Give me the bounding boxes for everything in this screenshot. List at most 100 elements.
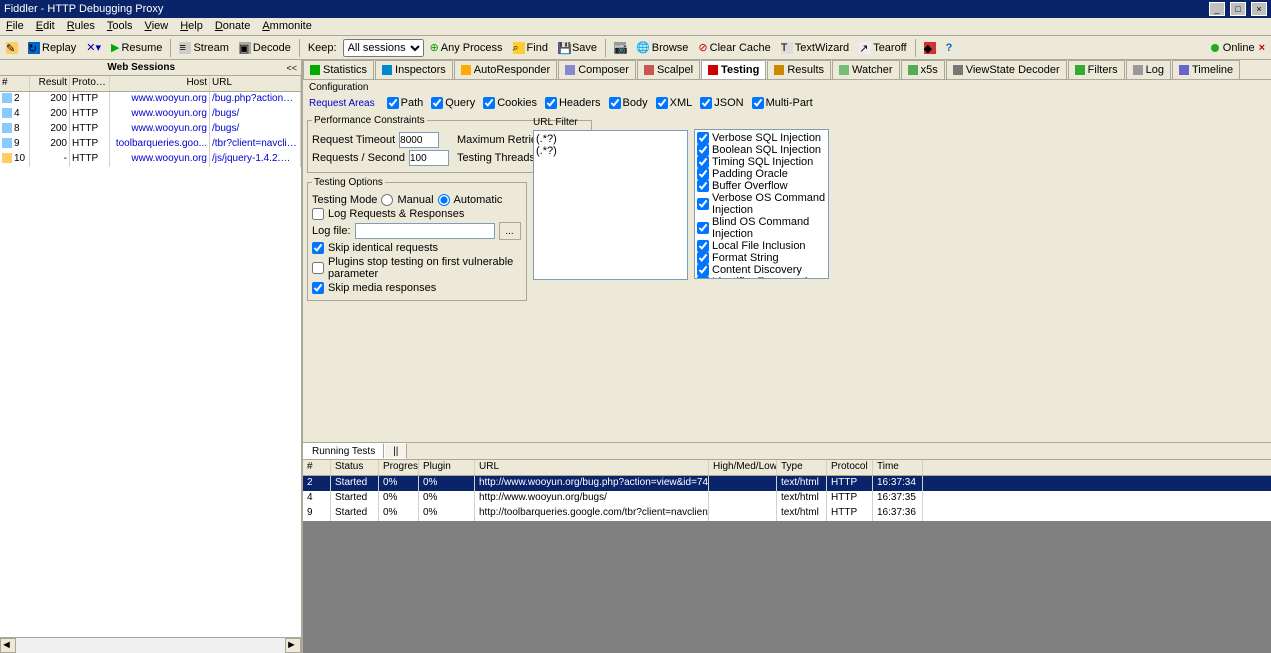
url-filter-box[interactable]: (.*?) (.*?)	[533, 130, 688, 280]
tab-testing[interactable]: Testing	[701, 60, 766, 79]
area-headers[interactable]: Headers	[545, 97, 601, 109]
online-icon	[1211, 44, 1219, 52]
menu-file[interactable]: File	[0, 18, 30, 35]
textwizard-button[interactable]: TTextWizard	[777, 40, 853, 56]
tab-autoresponder[interactable]: AutoResponder	[454, 60, 557, 79]
comment-button[interactable]: ✎	[2, 40, 22, 56]
web-sessions-title: Web Sessions	[0, 62, 282, 73]
area-cookies[interactable]: Cookies	[483, 97, 537, 109]
running-tests-tab[interactable]: Running Tests	[303, 443, 384, 459]
toolbar: ✎ ↻Replay ✕▾ ▶Resume ≡Stream ▣Decode Kee…	[0, 36, 1271, 60]
stream-button[interactable]: ≡Stream	[175, 40, 232, 56]
running-row[interactable]: 2Started0%0%http://www.wooyun.org/bug.ph…	[303, 476, 1271, 491]
tab-composer[interactable]: Composer	[558, 60, 636, 79]
window-controls: _ □ ×	[1207, 0, 1267, 18]
tab-inspectors[interactable]: Inspectors	[375, 60, 453, 79]
menu-view[interactable]: View	[139, 18, 175, 35]
toolbar-close[interactable]: ×	[1259, 42, 1265, 54]
area-body[interactable]: Body	[609, 97, 648, 109]
sessions-grid-header: # Result Protocol Host URL	[0, 76, 301, 92]
resume-button[interactable]: ▶Resume	[107, 39, 166, 56]
running-row[interactable]: 9Started0%0%http://toolbarqueries.google…	[303, 506, 1271, 521]
session-row[interactable]: 10-HTTPwww.wooyun.org/js/jquery-1.4.2.mi…	[0, 152, 301, 167]
check-item[interactable]: Identifier Enumeration	[697, 276, 826, 279]
help-button[interactable]: ?	[942, 40, 957, 56]
scrollbar-horizontal[interactable]: ◄►	[0, 637, 301, 653]
msdn-button[interactable]: ◆	[920, 40, 940, 56]
check-item[interactable]: Boolean SQL Injection	[697, 144, 826, 156]
app-title: Fiddler - HTTP Debugging Proxy	[4, 0, 163, 18]
tab-viewstate-decoder[interactable]: ViewState Decoder	[946, 60, 1067, 79]
titlebar: Fiddler - HTTP Debugging Proxy _ □ ×	[0, 0, 1271, 18]
remove-button[interactable]: ✕▾	[82, 39, 105, 56]
menu-ammonite[interactable]: Ammonite	[256, 18, 318, 35]
tab-log[interactable]: Log	[1126, 60, 1171, 79]
tearoff-button[interactable]: ↗Tearoff	[855, 40, 910, 56]
check-item[interactable]: Buffer Overflow	[697, 180, 826, 192]
close-button[interactable]: ×	[1251, 2, 1267, 16]
any-process-button[interactable]: ⊕Any Process	[426, 39, 507, 56]
session-row[interactable]: 8200HTTPwww.wooyun.org/bugs/	[0, 122, 301, 137]
requests-per-second-input[interactable]	[409, 150, 449, 166]
menu-help[interactable]: Help	[174, 18, 209, 35]
request-areas: Path Query Cookies Headers Body XML JSON…	[387, 95, 813, 111]
tab-watcher[interactable]: Watcher	[832, 60, 900, 79]
request-timeout-input[interactable]	[399, 132, 439, 148]
replay-button[interactable]: ↻Replay	[24, 40, 80, 56]
tab-timeline[interactable]: Timeline	[1172, 60, 1240, 79]
check-item[interactable]: Verbose OS Command Injection	[697, 192, 826, 216]
running-row[interactable]: 4Started0%0%http://www.wooyun.org/bugs/t…	[303, 491, 1271, 506]
find-button[interactable]: ⌕Find	[509, 40, 552, 56]
menu-tools[interactable]: Tools	[101, 18, 139, 35]
logfile-input[interactable]	[355, 223, 495, 239]
area-query[interactable]: Query	[431, 97, 475, 109]
collapse-button[interactable]: <<	[282, 63, 301, 73]
running-tests-grid: #StatusProgressPluginURLHigh/Med/LowType…	[303, 460, 1271, 521]
session-row[interactable]: 2200HTTPwww.wooyun.org/bug.php?action=vi…	[0, 92, 301, 107]
pause-tab[interactable]: ||	[384, 443, 407, 459]
session-row[interactable]: 4200HTTPwww.wooyun.org/bugs/	[0, 107, 301, 122]
automatic-radio[interactable]	[438, 194, 450, 206]
camera-button[interactable]: 📷	[610, 40, 630, 56]
tests-checklist[interactable]: Verbose SQL InjectionBoolean SQL Injecti…	[694, 129, 829, 279]
check-item[interactable]: Local File Inclusion	[697, 240, 826, 252]
log-requests-checkbox[interactable]	[312, 208, 324, 220]
logfile-browse-button[interactable]: ...	[499, 222, 521, 240]
area-json[interactable]: JSON	[700, 97, 743, 109]
check-item[interactable]: Format String	[697, 252, 826, 264]
area-path[interactable]: Path	[387, 97, 424, 109]
tab-filters[interactable]: Filters	[1068, 60, 1125, 79]
tab-results[interactable]: Results	[767, 60, 831, 79]
check-item[interactable]: Content Discovery	[697, 264, 826, 276]
browse-button[interactable]: 🌐Browse	[632, 39, 692, 56]
tab-scalpel[interactable]: Scalpel	[637, 60, 700, 79]
decode-button[interactable]: ▣Decode	[235, 40, 295, 56]
clear-cache-button[interactable]: ⊘Clear Cache	[694, 39, 774, 56]
keep-select[interactable]: All sessions	[343, 39, 424, 57]
empty-area	[303, 521, 1271, 653]
config-title: Configuration	[303, 80, 1271, 95]
tab-x5s[interactable]: x5s	[901, 60, 945, 79]
check-item[interactable]: Verbose SQL Injection	[697, 132, 826, 144]
manual-radio[interactable]	[381, 194, 393, 206]
plugins-stop-checkbox[interactable]	[312, 262, 324, 274]
skip-media-checkbox[interactable]	[312, 282, 324, 294]
menu-donate[interactable]: Donate	[209, 18, 256, 35]
session-row[interactable]: 9200HTTPtoolbarqueries.goo.../tbr?client…	[0, 137, 301, 152]
menu-rules[interactable]: Rules	[61, 18, 101, 35]
check-item[interactable]: Blind OS Command Injection	[697, 216, 826, 240]
save-button[interactable]: 💾Save	[554, 40, 601, 56]
area-multi-part[interactable]: Multi-Part	[752, 97, 813, 109]
skip-identical-checkbox[interactable]	[312, 242, 324, 254]
menu-edit[interactable]: Edit	[30, 18, 61, 35]
check-item[interactable]: Timing SQL Injection	[697, 156, 826, 168]
area-xml[interactable]: XML	[656, 97, 693, 109]
testing-options: Testing Options Testing Mode Manual Auto…	[307, 177, 527, 301]
sessions-grid[interactable]: 2200HTTPwww.wooyun.org/bug.php?action=vi…	[0, 92, 301, 637]
tab-statistics[interactable]: Statistics	[303, 60, 374, 79]
maximize-button[interactable]: □	[1230, 2, 1246, 16]
web-sessions-panel: Web Sessions << # Result Protocol Host U…	[0, 60, 303, 653]
menubar: FileEditRulesToolsViewHelpDonateAmmonite	[0, 18, 1271, 36]
minimize-button[interactable]: _	[1209, 2, 1225, 16]
check-item[interactable]: Padding Oracle	[697, 168, 826, 180]
